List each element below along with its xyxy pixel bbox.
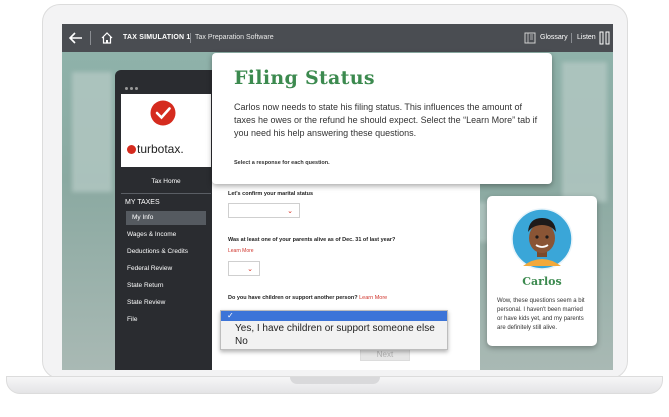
question-parents-alive: Was at least one of your parents alive a… <box>228 237 396 243</box>
filing-status-card: Filing Status Carlos now needs to state … <box>212 53 552 184</box>
sidebar-item-file[interactable]: File <box>121 313 211 327</box>
window-dot <box>125 87 128 90</box>
card-title: Filing Status <box>234 67 375 89</box>
dropdown-option-no[interactable]: No <box>221 336 447 348</box>
character-card: Carlos Wow, these questions seem a bit p… <box>487 196 597 346</box>
learn-more-link[interactable]: Learn More <box>359 295 387 301</box>
sidebar-item-tax-home[interactable]: Tax Home <box>121 175 211 189</box>
parents-alive-select[interactable]: ⌄ <box>228 261 260 276</box>
chevron-down-icon: ⌄ <box>287 208 293 215</box>
question-children-support: Do you have children or support another … <box>228 295 388 301</box>
screen: TAX SIMULATION 1 Tax Preparation Softwar… <box>62 24 613 370</box>
laptop-notch <box>290 377 380 384</box>
simulation-subtitle: Tax Preparation Software <box>195 34 274 41</box>
divider <box>190 33 191 43</box>
chevron-down-icon: ⌄ <box>247 266 253 273</box>
simulation-title: TAX SIMULATION 1 <box>123 34 191 41</box>
sidebar-item-federal-review[interactable]: Federal Review <box>121 262 211 276</box>
card-body: Carlos now needs to state his filing sta… <box>234 102 538 138</box>
home-icon[interactable] <box>100 31 114 45</box>
turbotax-logo: turbotax. <box>127 142 207 158</box>
sidebar-section-my-taxes: MY TAXES <box>125 199 160 206</box>
divider <box>571 33 572 43</box>
dropdown-option-yes[interactable]: Yes, I have children or support someone … <box>221 323 447 335</box>
top-bar: TAX SIMULATION 1 Tax Preparation Softwar… <box>62 24 613 52</box>
window-dot <box>135 87 138 90</box>
question-marital-status: Let's confirm your marital status <box>228 191 314 197</box>
character-name: Carlos <box>522 275 562 288</box>
listen-button[interactable]: Listen <box>577 34 596 41</box>
book-icon[interactable] <box>524 32 536 44</box>
carlos-avatar-icon <box>511 208 573 270</box>
divider <box>121 193 211 194</box>
sidebar-nav: Tax Home MY TAXES My Info Wages & Income… <box>121 167 211 370</box>
children-support-dropdown[interactable]: ✓ Yes, I have children or support someon… <box>220 310 448 350</box>
learn-more-link[interactable]: Learn More <box>228 248 254 254</box>
divider <box>90 31 91 45</box>
back-arrow-icon[interactable] <box>68 30 84 46</box>
dropdown-option-selected[interactable]: ✓ <box>221 311 447 321</box>
sidebar-item-state-return[interactable]: State Return <box>121 279 211 293</box>
pause-icon[interactable] <box>599 31 610 45</box>
sidebar-item-deductions-credits[interactable]: Deductions & Credits <box>121 245 211 259</box>
card-instruction: Select a response for each question. <box>234 160 330 166</box>
glossary-button[interactable]: Glossary <box>540 34 568 41</box>
window-dot <box>130 87 133 90</box>
sidebar-item-state-review[interactable]: State Review <box>121 296 211 310</box>
sidebar-item-my-info[interactable]: My Info <box>126 211 206 225</box>
marital-status-select[interactable]: ⌄ <box>228 203 300 218</box>
turbotax-check-logo-icon <box>150 100 176 126</box>
character-quote: Wow, these questions seem a bit personal… <box>497 298 585 331</box>
sidebar-item-wages-income[interactable]: Wages & Income <box>121 228 211 242</box>
